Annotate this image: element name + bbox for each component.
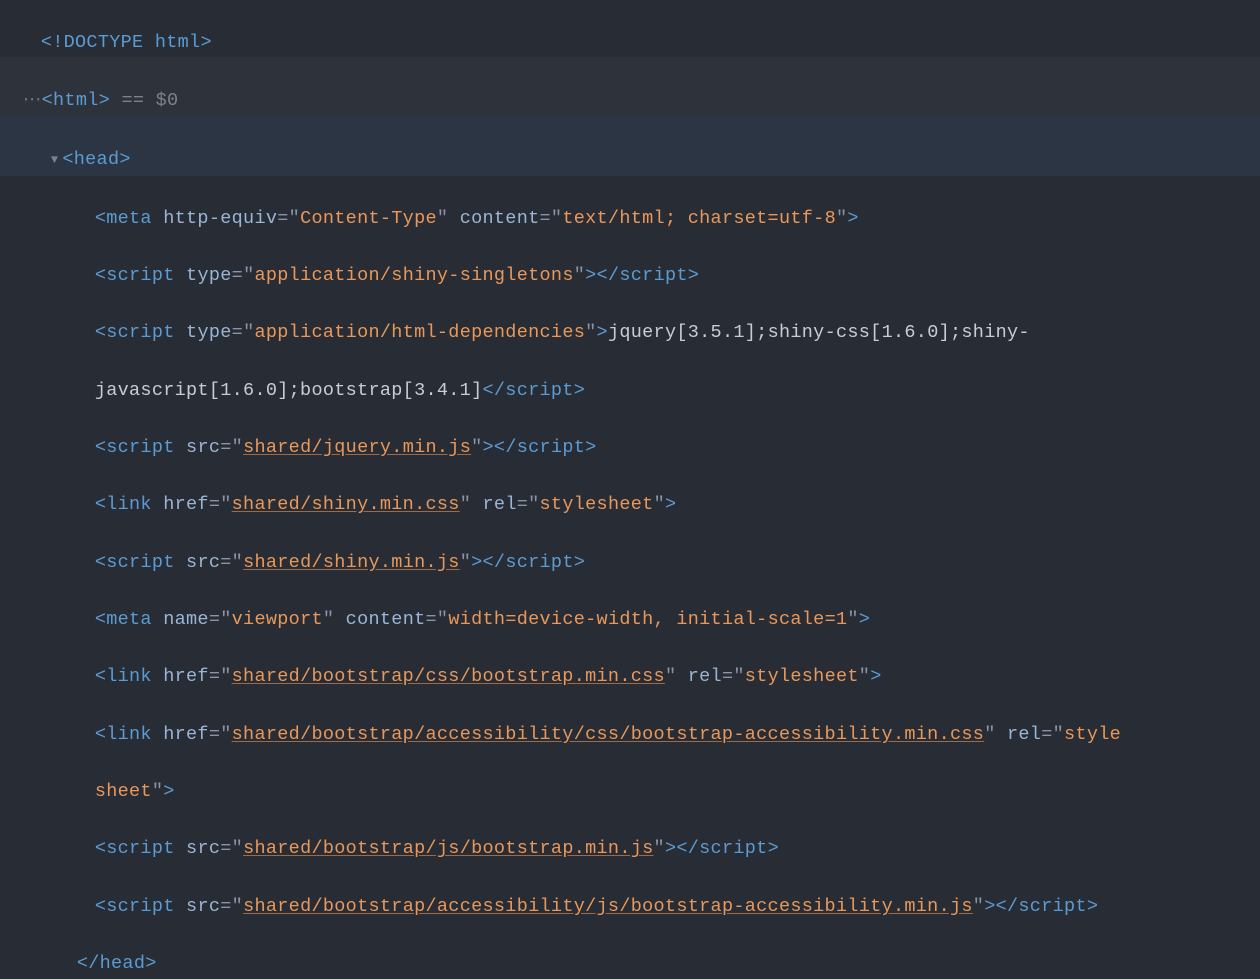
code-line-script-bootstrapjs[interactable]: <script src="shared/bootstrap/js/bootstr… <box>0 807 1260 864</box>
code-line-link-shinycss[interactable]: <link href="shared/shiny.min.css" rel="s… <box>0 463 1260 520</box>
angle-open: < <box>42 90 53 111</box>
code-line-script-shinyjs[interactable]: <script src="shared/shiny.min.js"></scri… <box>0 520 1260 577</box>
selected-marker: == $0 <box>110 90 178 111</box>
angle-close: > <box>119 149 130 170</box>
code-line-script-bootstrap-a11y[interactable]: <script src="shared/bootstrap/accessibil… <box>0 864 1260 921</box>
code-line-head-close[interactable]: </head> <box>0 922 1260 979</box>
deps-text-a: jquery[3.5.1];shiny-css[1.6.0];shiny- <box>608 322 1030 343</box>
code-line-link-bootstrap-a11y-wrap[interactable]: sheet"> <box>0 749 1260 806</box>
code-line-link-bootstrap-a11y[interactable]: <link href="shared/bootstrap/accessibili… <box>0 692 1260 749</box>
disclosure-triangle-icon[interactable]: ▼ <box>51 151 59 170</box>
code-line-meta-viewport[interactable]: <meta name="viewport" content="width=dev… <box>0 577 1260 634</box>
code-line-doctype[interactable]: <!DOCTYPE html> <box>0 0 1260 57</box>
code-line-script-singletons[interactable]: <script type="application/shiny-singleto… <box>0 233 1260 290</box>
angle-open: <! <box>41 32 64 53</box>
tag-doctype: DOCTYPE html <box>64 32 201 53</box>
code-line-script-deps-wrap[interactable]: javascript[1.6.0];bootstrap[3.4.1]</scri… <box>0 348 1260 405</box>
code-line-head[interactable]: ▼<head> <box>0 117 1260 176</box>
deps-text-b: javascript[1.6.0];bootstrap[3.4.1] <box>95 380 483 401</box>
code-line-meta-contenttype[interactable]: <meta http-equiv="Content-Type" content=… <box>0 176 1260 233</box>
tag-head: head <box>74 149 120 170</box>
angle-open: < <box>62 149 73 170</box>
code-line-html[interactable]: ⋯<html> == $0 <box>0 57 1260 116</box>
ellipsis-icon: ⋯ <box>23 90 42 111</box>
code-line-script-jquery[interactable]: <script src="shared/jquery.min.js"></scr… <box>0 405 1260 462</box>
tag-html: html <box>53 90 99 111</box>
code-line-script-deps[interactable]: <script type="application/html-dependenc… <box>0 291 1260 348</box>
angle-close: > <box>200 32 211 53</box>
angle-close: > <box>99 90 110 111</box>
code-line-link-bootstrapcss[interactable]: <link href="shared/bootstrap/css/bootstr… <box>0 635 1260 692</box>
